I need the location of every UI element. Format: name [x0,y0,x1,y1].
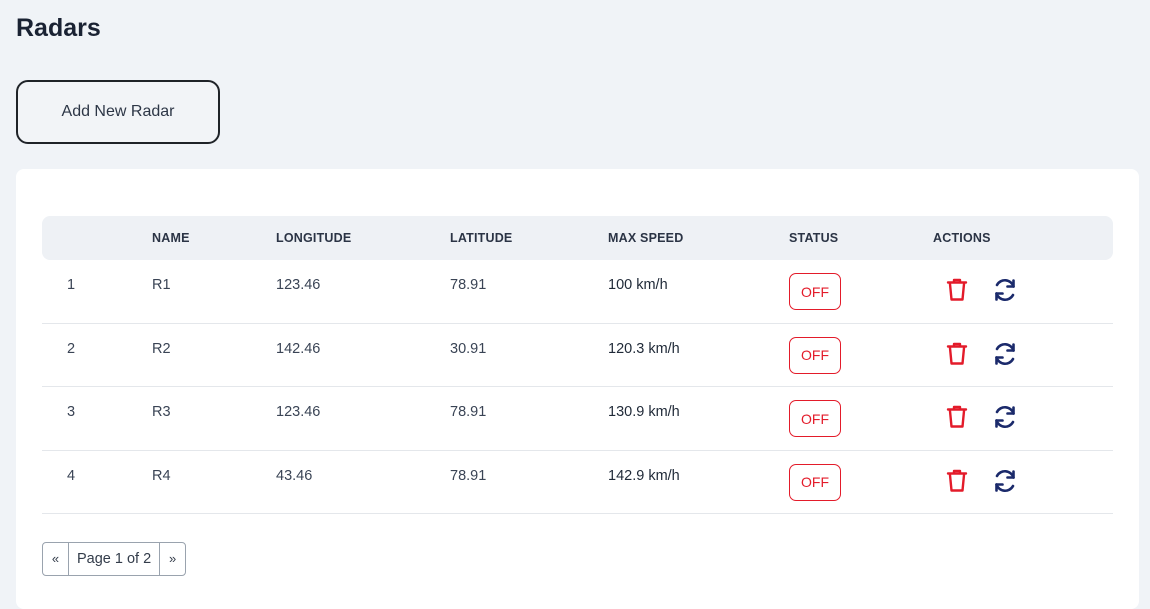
row-latitude: 78.91 [450,277,487,293]
row-index: 4 [67,467,76,484]
radars-table: NAME LONGITUDE LATITUDE MAX SPEED STATUS… [42,216,1113,514]
row-max-speed: 130.9 km/h [608,404,680,420]
trash-icon[interactable] [944,277,970,303]
header-actions: ACTIONS [933,231,991,245]
page-title: Radars [16,14,101,42]
table-header: NAME LONGITUDE LATITUDE MAX SPEED STATUS… [42,216,1113,260]
refresh-icon[interactable] [992,404,1018,430]
trash-icon[interactable] [944,404,970,430]
row-name: R4 [152,467,171,484]
refresh-icon[interactable] [992,277,1018,303]
header-status: STATUS [789,231,839,245]
status-toggle-button[interactable]: OFF [789,400,841,437]
pagination: « Page 1 of 2 » [42,542,187,576]
row-max-speed: 100 km/h [608,277,668,293]
row-latitude: 78.91 [450,404,487,420]
row-name: R2 [152,340,171,357]
row-latitude: 78.91 [450,467,487,484]
next-page-button[interactable]: » [160,543,185,575]
header-latitude: LATITUDE [450,231,513,245]
table-body: 1 R1 123.46 78.91 100 km/h OFF 2 R2 142.… [42,260,1113,514]
header-longitude: LONGITUDE [276,231,352,245]
row-name: R1 [152,277,171,293]
row-longitude: 123.46 [276,277,321,293]
refresh-icon[interactable] [992,341,1018,367]
row-latitude: 30.91 [450,340,487,357]
table-row: 4 R4 43.46 78.91 142.9 km/h OFF [42,451,1113,514]
page-indicator: Page 1 of 2 [68,543,161,575]
header-name: NAME [152,231,190,245]
row-index: 3 [67,404,76,420]
prev-page-button[interactable]: « [43,543,68,575]
table-row: 3 R3 123.46 78.91 130.9 km/h OFF [42,387,1113,451]
row-longitude: 142.46 [276,340,321,357]
status-toggle-button[interactable]: OFF [789,463,841,501]
status-toggle-button[interactable]: OFF [789,336,841,374]
row-max-speed: 120.3 km/h [608,340,680,357]
trash-icon[interactable] [944,341,970,367]
row-index: 2 [67,340,76,357]
table-row: 2 R2 142.46 30.91 120.3 km/h OFF [42,324,1113,387]
row-longitude: 43.46 [276,467,313,484]
row-index: 1 [67,277,76,293]
table-row: 1 R1 123.46 78.91 100 km/h OFF [42,260,1113,324]
refresh-icon[interactable] [992,468,1018,494]
row-max-speed: 142.9 km/h [608,467,680,484]
add-new-radar-button[interactable]: Add New Radar [16,80,220,144]
row-name: R3 [152,404,171,420]
radars-card: NAME LONGITUDE LATITUDE MAX SPEED STATUS… [16,169,1139,609]
status-toggle-button[interactable]: OFF [789,273,841,310]
trash-icon[interactable] [944,468,970,494]
header-max-speed: MAX SPEED [608,231,684,245]
row-longitude: 123.46 [276,404,321,420]
